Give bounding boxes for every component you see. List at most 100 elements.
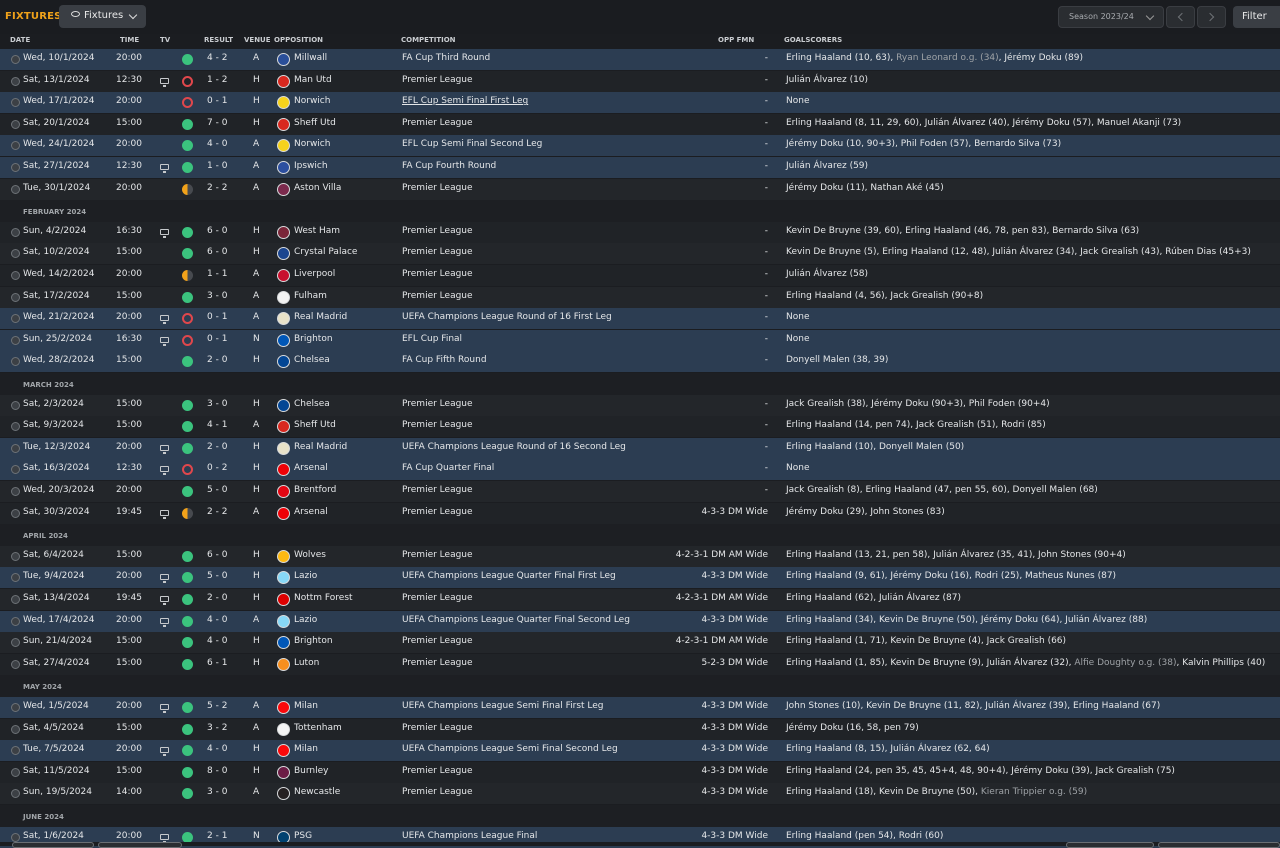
match-status-icon[interactable] — [11, 703, 20, 712]
fixture-row[interactable]: Wed, 20/3/2024 20:00 5 - 0 H Brentford Premie… — [0, 481, 1280, 502]
filter-button[interactable]: Filter — [1233, 6, 1280, 28]
match-status-icon[interactable] — [11, 422, 20, 432]
opposition-name[interactable]: Brighton — [294, 334, 333, 344]
match-status-icon[interactable] — [11, 508, 20, 518]
goalscorers[interactable]: Erling Haaland (24, pen 35, 45, 45+4, 48… — [786, 766, 1175, 776]
match-score[interactable]: 2 - 0 — [207, 442, 227, 452]
opposition-name[interactable]: Fulham — [294, 291, 327, 301]
bottom-tab[interactable] — [12, 842, 94, 848]
match-status-icon[interactable] — [11, 55, 20, 64]
match-status-icon[interactable] — [11, 573, 20, 583]
goalscorers[interactable]: Kevin De Bruyne (5), Erling Haaland (12,… — [786, 247, 1251, 257]
match-status-icon[interactable] — [11, 465, 20, 475]
match-score[interactable]: 0 - 1 — [207, 334, 227, 344]
match-status-icon[interactable] — [11, 119, 20, 129]
goalscorers[interactable]: Jérémy Doku (16, 58, pen 79) — [786, 723, 919, 733]
goalscorers[interactable]: None — [786, 96, 809, 106]
next-season-button[interactable] — [1197, 6, 1226, 28]
goalscorers[interactable]: Julián Álvarez (58) — [786, 269, 868, 279]
goalscorers[interactable]: Julián Álvarez (10) — [786, 75, 868, 85]
opposition-name[interactable]: Brighton — [294, 636, 333, 646]
header-goalscorers[interactable]: GOALSCORERS — [784, 36, 842, 44]
match-score[interactable]: 2 - 0 — [207, 355, 227, 365]
fixture-row[interactable]: Sat, 20/1/2024 15:00 7 - 0 H Sheff Utd Premie… — [0, 113, 1280, 135]
match-score[interactable]: 3 - 2 — [207, 723, 227, 733]
goalscorers[interactable]: Jérémy Doku (11), Nathan Aké (45) — [786, 183, 944, 193]
competition-name[interactable]: Premier League — [402, 420, 473, 430]
match-score[interactable]: 1 - 0 — [207, 161, 227, 171]
opposition-name[interactable]: Aston Villa — [294, 183, 341, 193]
competition-name[interactable]: FA Cup Fourth Round — [402, 161, 496, 171]
header-result[interactable]: RESULT — [204, 36, 233, 44]
opposition-name[interactable]: Crystal Palace — [294, 247, 357, 257]
header-date[interactable]: DATE — [10, 36, 30, 44]
opposition-name[interactable]: Chelsea — [294, 355, 330, 365]
opposition-name[interactable]: Norwich — [294, 139, 330, 149]
goalscorers[interactable]: Kevin De Bruyne (39, 60), Erling Haaland… — [786, 226, 1139, 236]
fixture-row[interactable]: Sat, 13/4/2024 19:45 2 - 0 H Nottm Forest Pre… — [0, 589, 1280, 610]
goalscorers[interactable]: Erling Haaland (34), Kevin De Bruyne (50… — [786, 615, 1147, 625]
match-score[interactable]: 3 - 0 — [207, 787, 227, 797]
match-status-icon[interactable] — [11, 227, 20, 237]
fixture-row[interactable]: Tue, 12/3/2024 20:00 2 - 0 H Real Madrid UEFA… — [0, 437, 1280, 459]
opposition-name[interactable]: Man Utd — [294, 75, 332, 85]
goalscorers[interactable]: Erling Haaland (13, 21, pen 58), Julián … — [786, 550, 1126, 560]
competition-name[interactable]: Premier League — [402, 183, 473, 193]
match-status-icon[interactable] — [11, 767, 20, 777]
competition-name[interactable]: Premier League — [402, 75, 473, 85]
fixture-row[interactable]: Wed, 14/2/2024 20:00 1 - 1 A Liverpool Premie… — [0, 265, 1280, 286]
competition-name[interactable]: UEFA Champions League Quarter Final Seco… — [402, 615, 630, 625]
opposition-name[interactable]: Real Madrid — [294, 442, 347, 452]
header-venue[interactable]: VENUE — [244, 36, 271, 44]
match-score[interactable]: 0 - 2 — [207, 463, 227, 473]
competition-name[interactable]: Premier League — [402, 787, 473, 797]
opposition-name[interactable]: Chelsea — [294, 399, 330, 409]
match-score[interactable]: 2 - 0 — [207, 593, 227, 603]
fixture-row[interactable]: Sat, 9/3/2024 15:00 4 - 1 A Sheff Utd Premier… — [0, 416, 1280, 438]
opposition-name[interactable]: Milan — [294, 701, 318, 711]
match-score[interactable]: 3 - 0 — [207, 291, 227, 301]
bottom-tab[interactable] — [98, 842, 182, 848]
match-score[interactable]: 2 - 1 — [207, 831, 227, 841]
match-status-icon[interactable] — [11, 271, 20, 280]
fixture-row[interactable]: Sun, 21/4/2024 15:00 4 - 0 H Brighton Premier… — [0, 632, 1280, 654]
competition-name[interactable]: Premier League — [402, 636, 473, 646]
goalscorers[interactable]: None — [786, 463, 809, 473]
goalscorers[interactable]: Erling Haaland (pen 54), Rodri (60) — [786, 831, 943, 841]
opposition-name[interactable]: Norwich — [294, 96, 330, 106]
view-selector-dropdown[interactable]: Fixtures — [59, 5, 146, 28]
goalscorers[interactable]: Erling Haaland (4, 56), Jack Grealish (9… — [786, 291, 983, 301]
goalscorers[interactable]: Erling Haaland (14, pen 74), Jack Greali… — [786, 420, 1046, 430]
fixture-row[interactable]: Sat, 16/3/2024 12:30 0 - 2 H Arsenal FA Cup Q… — [0, 459, 1280, 481]
match-score[interactable]: 5 - 2 — [207, 701, 227, 711]
goalscorers[interactable]: Erling Haaland (1, 71), Kevin De Bruyne … — [786, 636, 1066, 646]
competition-name[interactable]: Premier League — [402, 507, 473, 517]
competition-name[interactable]: Premier League — [402, 118, 473, 128]
match-score[interactable]: 4 - 2 — [207, 53, 227, 63]
opposition-name[interactable]: PSG — [294, 831, 312, 841]
match-status-icon[interactable] — [11, 249, 20, 259]
header-competition[interactable]: COMPETITION — [401, 36, 456, 44]
goalscorers[interactable]: Jack Grealish (8), Erling Haaland (47, p… — [786, 485, 1098, 495]
fixture-row[interactable]: Sat, 13/1/2024 12:30 1 - 2 H Man Utd Premier … — [0, 70, 1280, 92]
fixture-row[interactable]: Sat, 27/4/2024 15:00 6 - 1 H Luton Premier Le… — [0, 653, 1280, 675]
match-score[interactable]: 6 - 1 — [207, 658, 227, 668]
match-score[interactable]: 7 - 0 — [207, 118, 227, 128]
match-status-icon[interactable] — [11, 595, 20, 604]
competition-name[interactable]: UEFA Champions League Quarter Final Firs… — [402, 571, 616, 581]
competition-name[interactable]: FA Cup Fifth Round — [402, 355, 487, 365]
opposition-name[interactable]: Real Madrid — [294, 312, 347, 322]
opposition-name[interactable]: Burnley — [294, 766, 329, 776]
goalscorers[interactable]: Jérémy Doku (10, 90+3), Phil Foden (57),… — [786, 139, 1061, 149]
fixture-row[interactable]: Wed, 10/1/2024 20:00 4 - 2 A Millwall FA Cup … — [0, 49, 1280, 70]
competition-name[interactable]: UEFA Champions League Semi Final First L… — [402, 701, 604, 711]
match-status-icon[interactable] — [11, 163, 20, 172]
goalscorers[interactable]: Erling Haaland (62), Julián Álvarez (87) — [786, 593, 961, 603]
opposition-name[interactable]: Lazio — [294, 615, 317, 625]
match-status-icon[interactable] — [11, 335, 20, 345]
competition-name[interactable]: EFL Cup Final — [402, 334, 462, 344]
competition-name[interactable]: FA Cup Quarter Final — [402, 463, 494, 473]
opposition-name[interactable]: Ipswich — [294, 161, 328, 171]
fixture-row[interactable]: Tue, 7/5/2024 20:00 4 - 0 H Milan UEFA Champi… — [0, 740, 1280, 762]
goalscorers[interactable]: Erling Haaland (10), Donyell Malen (50) — [786, 442, 964, 452]
